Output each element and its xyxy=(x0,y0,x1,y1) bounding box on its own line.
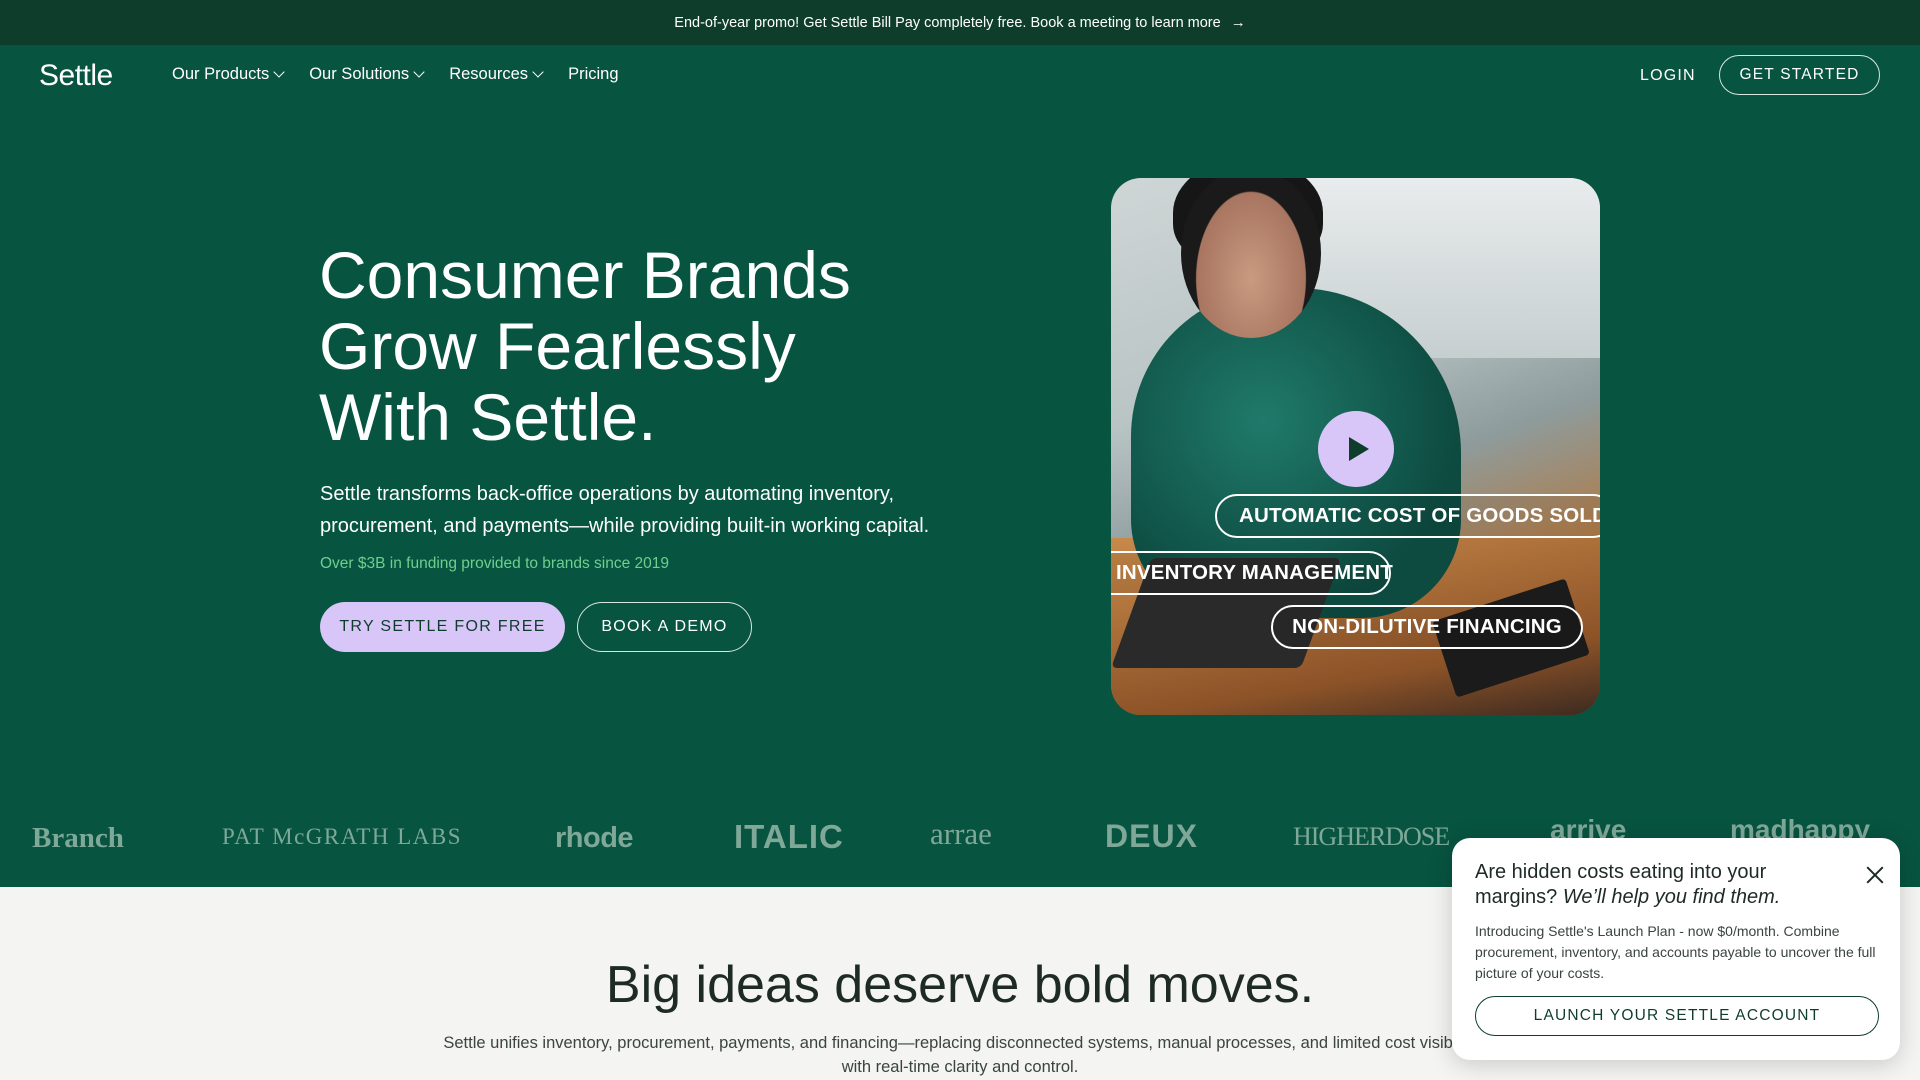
nav-links: Our Products Our Solutions Resources Pri… xyxy=(172,65,619,84)
settle-logo[interactable]: Settle xyxy=(39,59,113,93)
launch-account-button[interactable]: LAUNCH YOUR SETTLE ACCOUNT xyxy=(1475,996,1879,1036)
book-demo-button[interactable]: BOOK A DEMO xyxy=(577,602,752,652)
nav-pricing[interactable]: Pricing xyxy=(568,65,618,84)
chevron-down-icon xyxy=(273,66,285,78)
logo-pat-mcgrath: PAT McGRATH LABS xyxy=(222,824,462,849)
hero-title-line: Consumer Brands xyxy=(319,238,851,312)
nav-link-label: Pricing xyxy=(568,65,619,83)
hero-title-line: Grow Fearlessly xyxy=(319,309,796,383)
funding-stat: Over $3B in funding provided to brands s… xyxy=(320,555,669,572)
play-icon xyxy=(1349,437,1369,461)
hero-subtitle: Settle transforms back-office operations… xyxy=(320,483,930,537)
try-settle-free-button[interactable]: TRY SETTLE FOR FREE xyxy=(320,602,565,652)
logo-italic: ITALIC xyxy=(734,818,844,855)
promo-banner[interactable]: End-of-year promo! Get Settle Bill Pay c… xyxy=(0,0,1920,45)
logo-arrae: arrae xyxy=(930,816,992,851)
nav-resources[interactable]: Resources xyxy=(449,65,544,84)
top-navigation: Settle Our Products Our Solutions Resour… xyxy=(0,45,1920,105)
popup-title-italic: We’ll help you find them. xyxy=(1562,886,1781,908)
promo-text[interactable]: End-of-year promo! Get Settle Bill Pay c… xyxy=(674,15,1220,31)
promo-popup: Are hidden costs eating into your margin… xyxy=(1452,838,1900,1060)
feature-pill-cogs: AUTOMATIC COST OF GOODS SOLD xyxy=(1215,494,1600,538)
logo-branch: Branch xyxy=(32,822,124,854)
feature-pill-inventory: INVENTORY MANAGEMENT xyxy=(1111,551,1393,595)
popup-title: Are hidden costs eating into your margin… xyxy=(1475,860,1815,910)
hero-title-line: With Settle. xyxy=(319,380,657,454)
hero-video-card[interactable]: AUTOMATIC COST OF GOODS SOLD INVENTORY M… xyxy=(1111,178,1600,715)
chevron-down-icon xyxy=(532,66,544,78)
login-link[interactable]: LOGIN xyxy=(1640,67,1696,85)
logo-rhode: rhode xyxy=(555,822,634,854)
nav-link-label: Our Products xyxy=(172,65,270,83)
get-started-button[interactable]: GET STARTED xyxy=(1719,55,1880,95)
arrow-right-icon[interactable]: → xyxy=(1231,14,1246,31)
nav-link-label: Our Solutions xyxy=(309,65,410,83)
nav-our-solutions[interactable]: Our Solutions xyxy=(309,65,425,84)
hero-title: Consumer Brands Grow Fearlessly With Set… xyxy=(319,240,1019,453)
logo-higherdose: HIGHERDOSE xyxy=(1293,822,1450,851)
chevron-down-icon xyxy=(413,66,425,78)
hero-section xyxy=(0,45,1920,887)
popup-body: Introducing Settle's Launch Plan - now $… xyxy=(1475,923,1876,981)
play-button[interactable] xyxy=(1318,411,1394,487)
nav-our-products[interactable]: Our Products xyxy=(172,65,285,84)
logo-deux: DEUX xyxy=(1105,818,1198,854)
close-icon[interactable] xyxy=(1864,864,1886,886)
feature-pill-financing: NON-DILUTIVE FINANCING xyxy=(1271,605,1583,649)
section-subtitle: Settle unifies inventory, procurement, p… xyxy=(443,1034,1477,1076)
nav-link-label: Resources xyxy=(449,65,529,83)
